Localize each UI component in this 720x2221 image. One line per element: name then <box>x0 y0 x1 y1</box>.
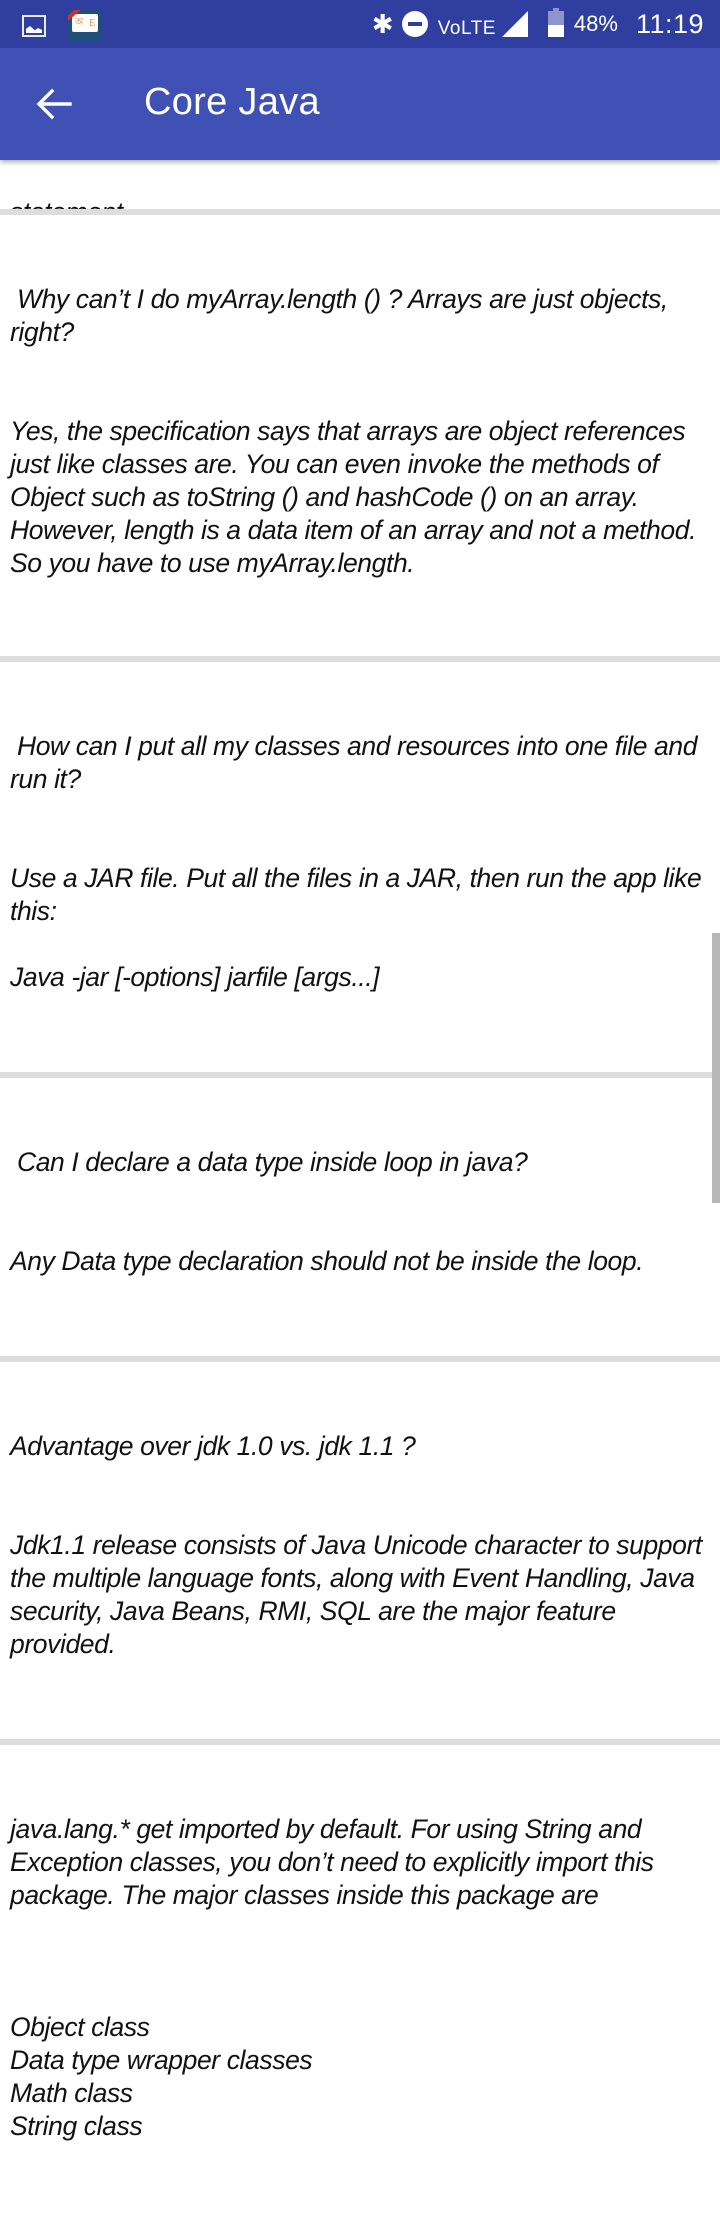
qa-card: java.lang.* get imported by default. For… <box>0 1745 720 2221</box>
back-button[interactable] <box>26 76 82 132</box>
signal-icon <box>501 11 528 37</box>
question-text: Advantage over jdk 1.0 vs. jdk 1.1 ? <box>10 1431 416 1461</box>
network-type-label: VoLTE <box>437 18 496 39</box>
scrollbar[interactable] <box>712 933 720 1203</box>
qa-list[interactable]: statement. It can be used to come out of… <box>0 142 720 2221</box>
question-text: How can I put all my classes and resourc… <box>10 731 705 794</box>
answer-text: Any Data type declaration should not be … <box>10 1246 644 1276</box>
page-title: Core Java <box>144 81 320 123</box>
partial-line: statement. <box>10 196 710 209</box>
qa-card: Why can’t I do myArray.length () ? Array… <box>0 215 720 656</box>
app-bar: Core Java <box>0 48 720 160</box>
qa-card: Advantage over jdk 1.0 vs. jdk 1.1 ? Jdk… <box>0 1362 720 1739</box>
answer-text: Jdk1.1 release consists of Java Unicode … <box>10 1530 709 1659</box>
answer-text: Object class Data type wrapper classes M… <box>10 2012 313 2141</box>
answer-text: Use a JAR file. Put all the files in a J… <box>10 863 702 992</box>
app-icon-letter-bengali: অ <box>74 16 84 28</box>
qa-card: Can I declare a data type inside loop in… <box>0 1078 720 1356</box>
battery-percentage: 48% <box>573 11 618 36</box>
question-text: Why can’t I do myArray.length () ? Array… <box>10 284 675 347</box>
app-icon-letter-english: E <box>89 17 96 29</box>
arrow-back-icon <box>36 88 72 120</box>
app-notification-icon: অ E <box>68 10 102 42</box>
bluetooth-icon: ✱ <box>371 9 394 39</box>
question-text: Can I declare a data type inside loop in… <box>10 1147 528 1177</box>
status-bar: অ E ✱ VoLTE 48% 11:19 <box>0 0 720 48</box>
battery-icon <box>547 8 564 37</box>
question-text: java.lang.* get imported by default. For… <box>10 1814 661 1910</box>
qa-card: How can I put all my classes and resourc… <box>0 662 720 1072</box>
clock: 11:19 <box>635 8 704 39</box>
answer-text: Yes, the specification says that arrays … <box>10 416 703 578</box>
battery-fill <box>547 24 564 37</box>
image-notification-icon <box>22 15 46 37</box>
do-not-disturb-icon <box>401 11 428 37</box>
